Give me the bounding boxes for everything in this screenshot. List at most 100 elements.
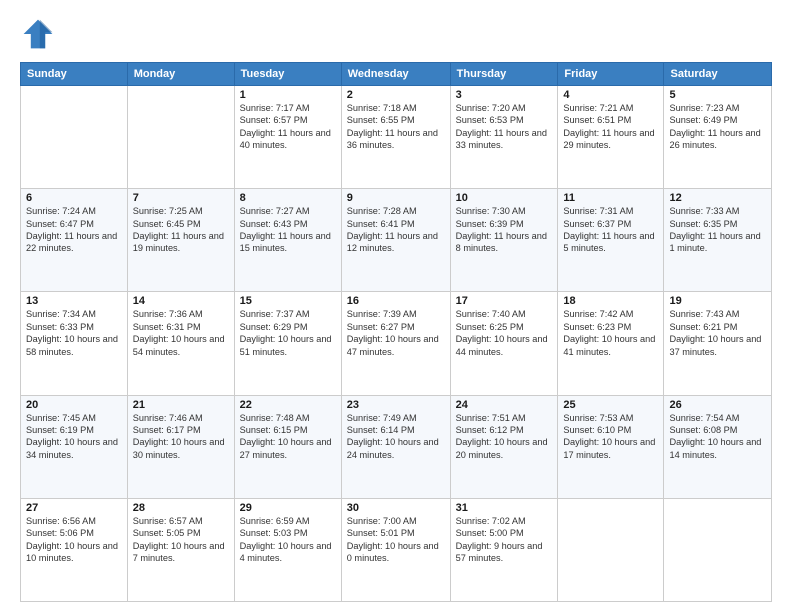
day-info: Sunrise: 7:21 AM Sunset: 6:51 PM Dayligh… xyxy=(563,102,658,152)
calendar-cell: 16Sunrise: 7:39 AM Sunset: 6:27 PM Dayli… xyxy=(341,292,450,395)
day-info: Sunrise: 7:00 AM Sunset: 5:01 PM Dayligh… xyxy=(347,515,445,565)
calendar-cell: 3Sunrise: 7:20 AM Sunset: 6:53 PM Daylig… xyxy=(450,86,558,189)
day-number: 7 xyxy=(133,192,229,204)
calendar-week-row: 6Sunrise: 7:24 AM Sunset: 6:47 PM Daylig… xyxy=(21,189,772,292)
day-info: Sunrise: 7:25 AM Sunset: 6:45 PM Dayligh… xyxy=(133,205,229,255)
day-info: Sunrise: 7:17 AM Sunset: 6:57 PM Dayligh… xyxy=(240,102,336,152)
day-number: 5 xyxy=(669,89,766,101)
day-number: 10 xyxy=(456,192,553,204)
day-info: Sunrise: 7:36 AM Sunset: 6:31 PM Dayligh… xyxy=(133,308,229,358)
calendar-cell: 28Sunrise: 6:57 AM Sunset: 5:05 PM Dayli… xyxy=(127,498,234,601)
calendar-cell: 31Sunrise: 7:02 AM Sunset: 5:00 PM Dayli… xyxy=(450,498,558,601)
calendar-cell: 19Sunrise: 7:43 AM Sunset: 6:21 PM Dayli… xyxy=(664,292,772,395)
day-info: Sunrise: 7:18 AM Sunset: 6:55 PM Dayligh… xyxy=(347,102,445,152)
day-number: 13 xyxy=(26,295,122,307)
calendar-cell: 5Sunrise: 7:23 AM Sunset: 6:49 PM Daylig… xyxy=(664,86,772,189)
day-info: Sunrise: 7:46 AM Sunset: 6:17 PM Dayligh… xyxy=(133,412,229,462)
calendar-cell: 4Sunrise: 7:21 AM Sunset: 6:51 PM Daylig… xyxy=(558,86,664,189)
day-info: Sunrise: 7:20 AM Sunset: 6:53 PM Dayligh… xyxy=(456,102,553,152)
calendar-week-row: 27Sunrise: 6:56 AM Sunset: 5:06 PM Dayli… xyxy=(21,498,772,601)
calendar-cell: 10Sunrise: 7:30 AM Sunset: 6:39 PM Dayli… xyxy=(450,189,558,292)
day-number: 9 xyxy=(347,192,445,204)
weekday-header-cell: Thursday xyxy=(450,63,558,86)
day-number: 16 xyxy=(347,295,445,307)
day-info: Sunrise: 7:27 AM Sunset: 6:43 PM Dayligh… xyxy=(240,205,336,255)
day-number: 29 xyxy=(240,502,336,514)
day-number: 2 xyxy=(347,89,445,101)
day-number: 3 xyxy=(456,89,553,101)
day-number: 1 xyxy=(240,89,336,101)
day-number: 11 xyxy=(563,192,658,204)
calendar-cell: 29Sunrise: 6:59 AM Sunset: 5:03 PM Dayli… xyxy=(234,498,341,601)
calendar-cell xyxy=(21,86,128,189)
calendar-week-row: 1Sunrise: 7:17 AM Sunset: 6:57 PM Daylig… xyxy=(21,86,772,189)
calendar-table: SundayMondayTuesdayWednesdayThursdayFrid… xyxy=(20,62,772,602)
day-info: Sunrise: 7:42 AM Sunset: 6:23 PM Dayligh… xyxy=(563,308,658,358)
day-number: 25 xyxy=(563,399,658,411)
day-info: Sunrise: 7:39 AM Sunset: 6:27 PM Dayligh… xyxy=(347,308,445,358)
day-info: Sunrise: 7:23 AM Sunset: 6:49 PM Dayligh… xyxy=(669,102,766,152)
calendar-cell: 15Sunrise: 7:37 AM Sunset: 6:29 PM Dayli… xyxy=(234,292,341,395)
calendar-cell: 8Sunrise: 7:27 AM Sunset: 6:43 PM Daylig… xyxy=(234,189,341,292)
weekday-header-row: SundayMondayTuesdayWednesdayThursdayFrid… xyxy=(21,63,772,86)
calendar-cell: 21Sunrise: 7:46 AM Sunset: 6:17 PM Dayli… xyxy=(127,395,234,498)
day-info: Sunrise: 6:56 AM Sunset: 5:06 PM Dayligh… xyxy=(26,515,122,565)
day-number: 8 xyxy=(240,192,336,204)
day-number: 20 xyxy=(26,399,122,411)
day-info: Sunrise: 7:37 AM Sunset: 6:29 PM Dayligh… xyxy=(240,308,336,358)
calendar-cell: 18Sunrise: 7:42 AM Sunset: 6:23 PM Dayli… xyxy=(558,292,664,395)
day-info: Sunrise: 7:54 AM Sunset: 6:08 PM Dayligh… xyxy=(669,412,766,462)
day-info: Sunrise: 7:33 AM Sunset: 6:35 PM Dayligh… xyxy=(669,205,766,255)
calendar-cell: 23Sunrise: 7:49 AM Sunset: 6:14 PM Dayli… xyxy=(341,395,450,498)
calendar-cell: 25Sunrise: 7:53 AM Sunset: 6:10 PM Dayli… xyxy=(558,395,664,498)
calendar-cell: 1Sunrise: 7:17 AM Sunset: 6:57 PM Daylig… xyxy=(234,86,341,189)
day-number: 21 xyxy=(133,399,229,411)
calendar-cell xyxy=(558,498,664,601)
day-info: Sunrise: 7:24 AM Sunset: 6:47 PM Dayligh… xyxy=(26,205,122,255)
day-number: 17 xyxy=(456,295,553,307)
day-info: Sunrise: 7:40 AM Sunset: 6:25 PM Dayligh… xyxy=(456,308,553,358)
day-number: 28 xyxy=(133,502,229,514)
day-number: 22 xyxy=(240,399,336,411)
calendar-cell: 6Sunrise: 7:24 AM Sunset: 6:47 PM Daylig… xyxy=(21,189,128,292)
calendar-cell xyxy=(664,498,772,601)
calendar-week-row: 13Sunrise: 7:34 AM Sunset: 6:33 PM Dayli… xyxy=(21,292,772,395)
day-info: Sunrise: 7:43 AM Sunset: 6:21 PM Dayligh… xyxy=(669,308,766,358)
day-info: Sunrise: 6:57 AM Sunset: 5:05 PM Dayligh… xyxy=(133,515,229,565)
calendar-cell: 2Sunrise: 7:18 AM Sunset: 6:55 PM Daylig… xyxy=(341,86,450,189)
weekday-header-cell: Friday xyxy=(558,63,664,86)
day-info: Sunrise: 7:30 AM Sunset: 6:39 PM Dayligh… xyxy=(456,205,553,255)
weekday-header-cell: Wednesday xyxy=(341,63,450,86)
day-info: Sunrise: 7:45 AM Sunset: 6:19 PM Dayligh… xyxy=(26,412,122,462)
day-number: 30 xyxy=(347,502,445,514)
day-number: 15 xyxy=(240,295,336,307)
day-number: 6 xyxy=(26,192,122,204)
calendar-week-row: 20Sunrise: 7:45 AM Sunset: 6:19 PM Dayli… xyxy=(21,395,772,498)
calendar-body: 1Sunrise: 7:17 AM Sunset: 6:57 PM Daylig… xyxy=(21,86,772,602)
logo xyxy=(20,16,60,52)
day-info: Sunrise: 7:53 AM Sunset: 6:10 PM Dayligh… xyxy=(563,412,658,462)
weekday-header-cell: Saturday xyxy=(664,63,772,86)
calendar-cell: 11Sunrise: 7:31 AM Sunset: 6:37 PM Dayli… xyxy=(558,189,664,292)
calendar-cell: 24Sunrise: 7:51 AM Sunset: 6:12 PM Dayli… xyxy=(450,395,558,498)
day-number: 18 xyxy=(563,295,658,307)
calendar-cell: 17Sunrise: 7:40 AM Sunset: 6:25 PM Dayli… xyxy=(450,292,558,395)
calendar-cell: 9Sunrise: 7:28 AM Sunset: 6:41 PM Daylig… xyxy=(341,189,450,292)
calendar-cell: 20Sunrise: 7:45 AM Sunset: 6:19 PM Dayli… xyxy=(21,395,128,498)
day-info: Sunrise: 7:48 AM Sunset: 6:15 PM Dayligh… xyxy=(240,412,336,462)
header xyxy=(20,16,772,52)
calendar-cell: 7Sunrise: 7:25 AM Sunset: 6:45 PM Daylig… xyxy=(127,189,234,292)
day-info: Sunrise: 7:51 AM Sunset: 6:12 PM Dayligh… xyxy=(456,412,553,462)
day-info: Sunrise: 7:28 AM Sunset: 6:41 PM Dayligh… xyxy=(347,205,445,255)
day-info: Sunrise: 7:34 AM Sunset: 6:33 PM Dayligh… xyxy=(26,308,122,358)
weekday-header-cell: Sunday xyxy=(21,63,128,86)
weekday-header-cell: Monday xyxy=(127,63,234,86)
day-number: 27 xyxy=(26,502,122,514)
weekday-header-cell: Tuesday xyxy=(234,63,341,86)
calendar-cell: 13Sunrise: 7:34 AM Sunset: 6:33 PM Dayli… xyxy=(21,292,128,395)
calendar-cell: 30Sunrise: 7:00 AM Sunset: 5:01 PM Dayli… xyxy=(341,498,450,601)
page: SundayMondayTuesdayWednesdayThursdayFrid… xyxy=(0,0,792,612)
day-info: Sunrise: 6:59 AM Sunset: 5:03 PM Dayligh… xyxy=(240,515,336,565)
logo-icon xyxy=(20,16,56,52)
day-number: 24 xyxy=(456,399,553,411)
